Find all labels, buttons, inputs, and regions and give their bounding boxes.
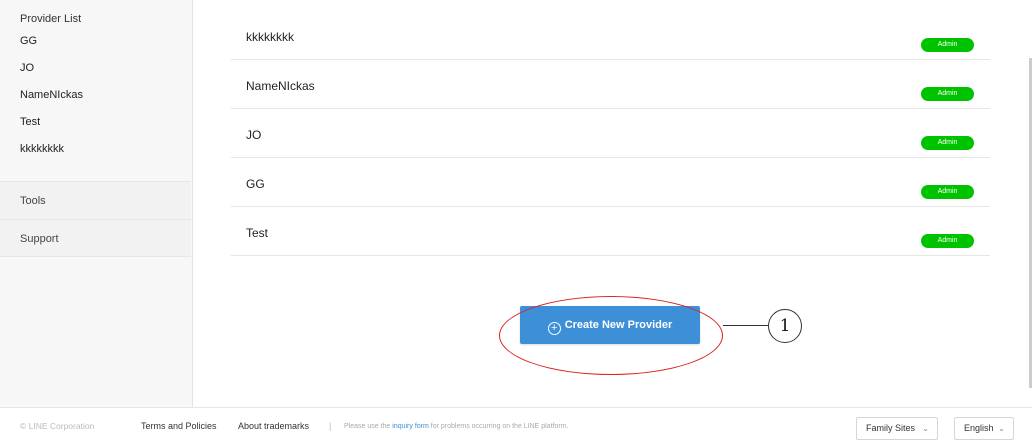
provider-list-section: Provider List GG JO NameNIckas Test kkkk… bbox=[0, 0, 192, 165]
footer-separator: | bbox=[329, 421, 332, 431]
sidebar-item-tools[interactable]: Tools bbox=[0, 181, 191, 219]
sidebar-item-support[interactable]: Support bbox=[0, 219, 191, 257]
provider-name: Test bbox=[246, 226, 269, 240]
role-badge: Admin bbox=[921, 38, 974, 52]
annotation-leader-line bbox=[723, 325, 768, 326]
sidebar-item-namenickas[interactable]: NameNIckas bbox=[0, 84, 192, 111]
sidebar-item-kkkkkkkk[interactable]: kkkkkkkk bbox=[0, 138, 192, 165]
sidebar-item-jo[interactable]: JO bbox=[0, 57, 192, 84]
sidebar: Provider List GG JO NameNIckas Test kkkk… bbox=[0, 0, 193, 407]
provider-list-title[interactable]: Provider List bbox=[0, 8, 192, 30]
plus-circle-icon: + bbox=[547, 322, 561, 335]
family-sites-select[interactable]: Family Sites ⌄ bbox=[856, 417, 938, 440]
note-suffix: for problems occurring on the LINE platf… bbox=[428, 423, 569, 430]
provider-row-namenickas[interactable]: NameNIckas Admin bbox=[231, 59, 990, 109]
role-badge: Admin bbox=[921, 87, 974, 101]
note-prefix: Please use the bbox=[344, 423, 393, 430]
sidebar-item-gg[interactable]: GG bbox=[0, 30, 192, 57]
footer-note: Please use the inquiry form for problems… bbox=[344, 423, 569, 430]
provider-list: kkkkkkkk Admin NameNIckas Admin JO Admin… bbox=[193, 0, 1032, 407]
provider-name: GG bbox=[246, 177, 265, 191]
provider-row-gg[interactable]: GG Admin bbox=[231, 157, 990, 207]
footer: © LINE Corporation Terms and Policies Ab… bbox=[0, 407, 1032, 443]
trademarks-link[interactable]: About trademarks bbox=[238, 421, 309, 431]
provider-name: kkkkkkkk bbox=[246, 30, 294, 44]
sidebar-item-test[interactable]: Test bbox=[0, 111, 192, 138]
annotation-number: 1 bbox=[768, 309, 802, 343]
copyright-text: © LINE Corporation bbox=[20, 421, 95, 431]
role-badge: Admin bbox=[921, 136, 974, 150]
provider-row-kkkkkkkk[interactable]: kkkkkkkk Admin bbox=[231, 10, 990, 60]
language-label: English bbox=[964, 423, 994, 433]
create-new-provider-button[interactable]: + Create New Provider bbox=[520, 306, 700, 344]
family-sites-label: Family Sites bbox=[866, 423, 916, 433]
terms-link[interactable]: Terms and Policies bbox=[141, 421, 217, 431]
inquiry-form-link[interactable]: inquiry form bbox=[392, 423, 429, 430]
chevron-down-icon: ⌄ bbox=[998, 424, 1005, 433]
role-badge: Admin bbox=[921, 234, 974, 248]
role-badge: Admin bbox=[921, 185, 974, 199]
language-select[interactable]: English ⌄ bbox=[954, 417, 1014, 440]
provider-name: NameNIckas bbox=[246, 79, 315, 93]
create-button-label: Create New Provider bbox=[564, 319, 673, 331]
provider-row-jo[interactable]: JO Admin bbox=[231, 108, 990, 158]
chevron-down-icon: ⌄ bbox=[922, 424, 929, 433]
provider-name: JO bbox=[246, 128, 262, 142]
provider-row-test[interactable]: Test Admin bbox=[231, 206, 990, 256]
